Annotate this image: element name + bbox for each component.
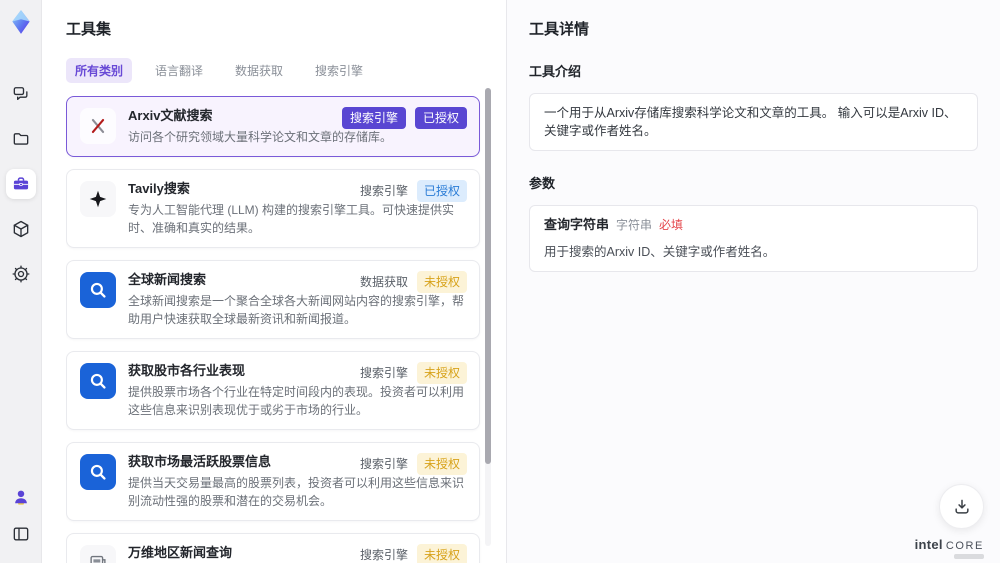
tool-auth-badge: 未授权 — [416, 544, 467, 563]
tool-auth-badge: 未授权 — [416, 271, 467, 293]
detail-title: 工具详情 — [529, 21, 590, 38]
sidebar-item-user[interactable] — [6, 482, 36, 512]
left-rail — [0, 0, 42, 563]
param-type: 字符串 — [616, 218, 653, 232]
param-box: 查询字符串 字符串 必填 用于搜索的Arxiv ID、关键字或作者姓名。 — [529, 205, 978, 272]
sidebar-item-folder[interactable] — [6, 124, 36, 154]
newspaper-icon — [90, 555, 106, 563]
scrollbar[interactable] — [485, 88, 491, 546]
tool-card[interactable]: 全球新闻搜索 全球新闻搜索是一个聚合全球各大新闻网站内容的搜索引擎，帮助用户快速… — [66, 260, 480, 339]
user-icon — [14, 490, 27, 505]
chat-icon — [13, 87, 28, 100]
toolbox-icon — [13, 177, 28, 190]
tool-category-badge: 搜索引擎 — [359, 548, 408, 562]
tools-list-panel: 工具集 所有类别 语言翻译 数据获取 搜索引擎 Arxiv文献搜索 访问各个研究领域大… — [42, 0, 506, 563]
tool-badges: 搜索引擎 未授权 — [360, 544, 467, 563]
category-tab[interactable]: 语言翻译 — [146, 58, 212, 83]
folder-icon — [13, 133, 28, 145]
rail-nav — [5, 79, 36, 289]
intro-box: 一个用于从Arxiv存储库搜索科学论文和文章的工具。 输入可以是Arxiv ID… — [529, 93, 978, 151]
download-icon — [954, 499, 969, 514]
tool-auth-badge: 未授权 — [416, 453, 467, 475]
rail-bottom — [6, 482, 36, 563]
sidebar-item-settings[interactable] — [6, 259, 36, 289]
settings-icon — [12, 265, 29, 283]
tool-icon — [80, 181, 116, 217]
tool-category-badge: 搜索引擎 — [341, 107, 406, 129]
category-tab[interactable]: 搜索引擎 — [306, 58, 372, 83]
brand-sub-mark — [954, 554, 984, 559]
tool-icon — [80, 363, 116, 399]
tool-auth-badge: 未授权 — [416, 362, 467, 384]
tool-description: 全球新闻搜索是一个聚合全球各大新闻网站内容的搜索引擎，帮助用户快速获取全球最新资… — [128, 294, 465, 326]
param-description: 用于搜索的Arxiv ID、关键字或作者姓名。 — [544, 245, 776, 259]
tool-badges: 搜索引擎 未授权 — [360, 362, 467, 384]
sidebar-item-cube[interactable] — [6, 214, 36, 244]
tool-card[interactable]: 万维地区新闻查询 查询具体行政区划内的新闻，快速了解各地新闻动 搜索引擎 未授权 — [66, 533, 480, 563]
param-required-badge: 必填 — [659, 218, 684, 232]
brand-intel: intel — [914, 537, 943, 552]
cube-icon — [13, 220, 28, 238]
tool-badges: 搜索引擎 已授权 — [360, 180, 467, 202]
tool-description: 访问各个研究领域大量科学论文和文章的存储库。 — [128, 130, 393, 144]
tool-description: 提供股票市场各个行业在特定时间段内的表现。投资者可以利用这些信息来识别表现优于或… — [128, 385, 465, 417]
tool-description: 提供当天交易量最高的股票列表，投资者可以利用这些信息来识别流动性强的股票和潜在的… — [128, 476, 465, 508]
tool-card[interactable]: Arxiv文献搜索 访问各个研究领域大量科学论文和文章的存储库。 搜索引擎 已授… — [66, 96, 480, 157]
params-heading: 参数 — [529, 176, 556, 191]
panel-toggle-icon — [13, 527, 28, 541]
search-blue-icon — [90, 464, 106, 480]
category-tabs: 所有类别 语言翻译 数据获取 搜索引擎 — [66, 58, 482, 83]
tool-card-list: Arxiv文献搜索 访问各个研究领域大量科学论文和文章的存储库。 搜索引擎 已授… — [66, 96, 482, 563]
search-blue-icon — [90, 282, 106, 298]
tool-badges: 数据获取 未授权 — [360, 271, 467, 293]
tool-detail-panel: 工具详情 工具介绍 一个用于从Arxiv存储库搜索科学论文和文章的工具。 输入可… — [506, 0, 1000, 563]
tool-category-badge: 数据获取 — [359, 275, 408, 289]
tool-description: 专为人工智能代理 (LLM) 构建的搜索引擎工具。可快速提供实时、准确和真实的结… — [128, 203, 455, 235]
intel-core-logo: intel core — [915, 537, 984, 552]
tool-category-badge: 搜索引擎 — [359, 457, 408, 471]
tool-category-badge: 搜索引擎 — [359, 184, 408, 198]
tool-card[interactable]: Tavily搜索 专为人工智能代理 (LLM) 构建的搜索引擎工具。可快速提供实… — [66, 169, 480, 248]
brand-core: core — [945, 540, 984, 552]
category-tab[interactable]: 所有类别 — [66, 58, 133, 83]
tool-badges: 搜索引擎 已授权 — [341, 107, 467, 129]
intro-heading: 工具介绍 — [529, 64, 582, 79]
param-head: 查询字符串 字符串 必填 — [544, 216, 963, 234]
download-button[interactable] — [939, 484, 984, 529]
tool-icon — [80, 108, 116, 144]
tool-icon — [80, 272, 116, 308]
param-name: 查询字符串 — [544, 217, 610, 232]
scrollbar-thumb[interactable] — [485, 88, 491, 464]
tool-category-badge: 搜索引擎 — [359, 366, 408, 380]
app-logo-icon[interactable] — [8, 9, 34, 35]
tool-auth-badge: 已授权 — [416, 180, 467, 202]
category-tab[interactable]: 数据获取 — [226, 58, 292, 83]
page-title: 工具集 — [66, 21, 112, 38]
tool-auth-badge: 已授权 — [414, 107, 467, 129]
tool-icon — [80, 454, 116, 490]
tool-badges: 搜索引擎 未授权 — [360, 453, 467, 475]
arxiv-icon — [91, 118, 105, 134]
tool-card[interactable]: 获取市场最活跃股票信息 提供当天交易量最高的股票列表，投资者可以利用这些信息来识… — [66, 442, 480, 521]
sidebar-item-chat[interactable] — [6, 79, 36, 109]
tool-icon — [80, 545, 116, 563]
star-icon — [89, 190, 107, 208]
search-blue-icon — [90, 373, 106, 389]
tool-card[interactable]: 获取股市各行业表现 提供股票市场各个行业在特定时间段内的表现。投资者可以利用这些… — [66, 351, 480, 430]
sidebar-item-panel-toggle[interactable] — [6, 519, 36, 549]
sidebar-item-toolbox[interactable] — [5, 169, 36, 199]
